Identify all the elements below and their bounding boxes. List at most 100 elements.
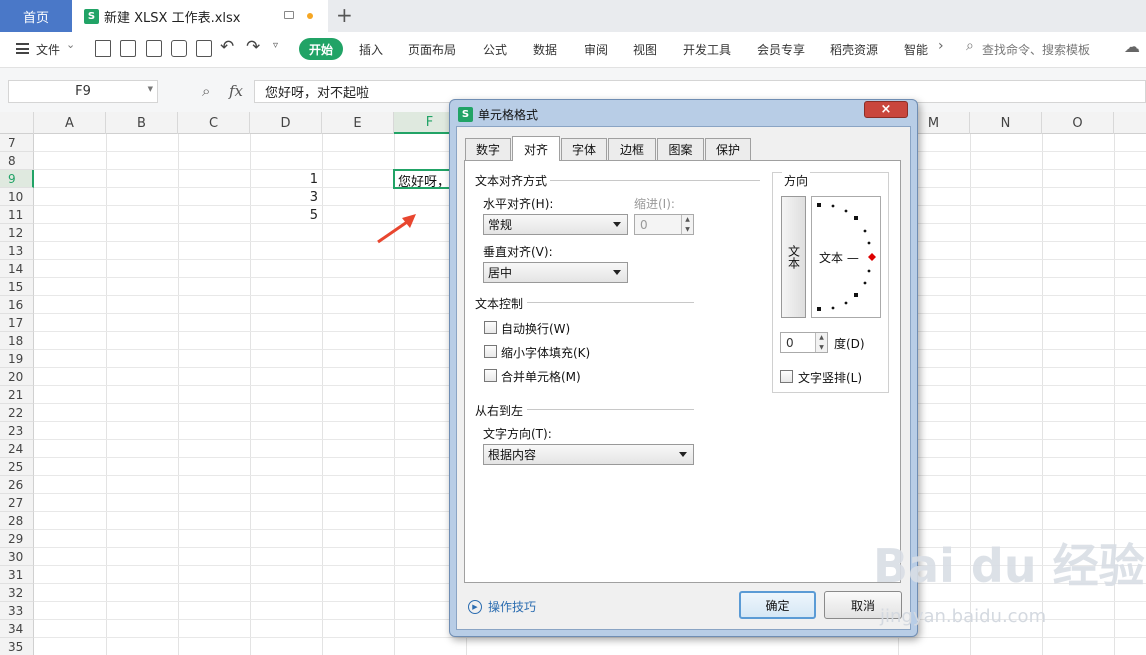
vertical-align-select[interactable]: 居中 <box>483 262 628 283</box>
row-header-19[interactable]: 19 <box>0 350 34 368</box>
chevron-down-icon[interactable]: ▼ <box>148 85 153 93</box>
row-header-33[interactable]: 33 <box>0 602 34 620</box>
more-icon[interactable]: ▿ <box>273 40 278 51</box>
row-header-11[interactable]: 11 <box>0 206 34 224</box>
add-tab-button[interactable]: + <box>336 3 353 27</box>
row-header-30[interactable]: 30 <box>0 548 34 566</box>
row-header-23[interactable]: 23 <box>0 422 34 440</box>
col-header-c[interactable]: C <box>178 112 250 134</box>
row-header-15[interactable]: 15 <box>0 278 34 296</box>
ribbon-tab-view[interactable]: 视图 <box>633 41 657 58</box>
shrink-to-fit-checkbox[interactable] <box>484 345 497 358</box>
row-header-27[interactable]: 27 <box>0 494 34 512</box>
col-header-n[interactable]: N <box>970 112 1042 134</box>
watermark-url: jingyan.baidu.com <box>880 606 1047 627</box>
print-icon[interactable] <box>171 40 187 57</box>
col-header-e[interactable]: E <box>322 112 394 134</box>
row-header-18[interactable]: 18 <box>0 332 34 350</box>
vertical-text-checkbox-label: 文字竖排(L) <box>798 371 863 385</box>
ribbon-tab-review[interactable]: 审阅 <box>584 41 608 58</box>
merge-cells-checkbox[interactable] <box>484 369 497 382</box>
row-header-22[interactable]: 22 <box>0 404 34 422</box>
tab-alignment[interactable]: 对齐 <box>512 136 560 161</box>
col-header-a[interactable]: A <box>34 112 106 134</box>
merge-cells-label: 合并单元格(M) <box>501 370 581 384</box>
row-header-10[interactable]: 10 <box>0 188 34 206</box>
horizontal-align-select[interactable]: 常规 <box>483 214 628 235</box>
ribbon-tab-start[interactable]: 开始 <box>299 38 343 60</box>
cell-d11[interactable]: 5 <box>248 208 318 223</box>
row-header-28[interactable]: 28 <box>0 512 34 530</box>
save-icon[interactable] <box>120 40 136 57</box>
row-header-13[interactable]: 13 <box>0 242 34 260</box>
print-preview-icon[interactable] <box>196 40 212 57</box>
tab-font[interactable]: 字体 <box>561 138 607 160</box>
orientation-dial[interactable]: 文本 — <box>811 196 881 318</box>
row-header-25[interactable]: 25 <box>0 458 34 476</box>
dialog-close-button[interactable]: × <box>864 101 908 118</box>
cell-d10[interactable]: 3 <box>248 190 318 205</box>
tab-number[interactable]: 数字 <box>465 138 511 160</box>
tab-document[interactable]: S 新建 XLSX 工作表.xlsx <box>72 0 328 32</box>
redo-icon[interactable]: ↷ <box>246 37 260 57</box>
vertical-text-checkbox[interactable] <box>780 370 793 383</box>
tab-border[interactable]: 边框 <box>608 138 656 160</box>
degree-spinner[interactable]: 0 ▲ ▼ <box>780 332 828 353</box>
row-header-16[interactable]: 16 <box>0 296 34 314</box>
row-header-24[interactable]: 24 <box>0 440 34 458</box>
row-header-7[interactable]: 7 <box>0 134 34 152</box>
ribbon-tab-data[interactable]: 数据 <box>533 41 557 58</box>
cell-f9-selected[interactable]: 您好呀， <box>393 169 453 189</box>
degree-label: 度(D) <box>834 337 865 351</box>
cell-d9[interactable]: 1 <box>248 172 318 187</box>
monitor-icon[interactable] <box>284 11 294 19</box>
ribbon-tab-formula[interactable]: 公式 <box>483 41 507 58</box>
row-header-35[interactable]: 35 <box>0 638 34 655</box>
chevron-down-icon[interactable]: ⌄ <box>66 38 75 51</box>
col-header-o[interactable]: O <box>1042 112 1114 134</box>
text-direction-select[interactable]: 根据内容 <box>483 444 694 465</box>
vertical-text-button[interactable]: 文本 <box>781 196 806 318</box>
export-icon[interactable] <box>146 40 162 57</box>
row-header-26[interactable]: 26 <box>0 476 34 494</box>
cloud-icon[interactable]: ☁ <box>1124 37 1140 56</box>
ok-button[interactable]: 确定 <box>739 591 816 619</box>
undo-icon[interactable]: ↶ <box>220 37 234 57</box>
shrink-to-fit-label: 缩小字体填充(K) <box>501 346 591 360</box>
row-header-34[interactable]: 34 <box>0 620 34 638</box>
file-menu[interactable]: 文件 <box>36 41 60 58</box>
tab-pattern[interactable]: 图案 <box>657 138 704 160</box>
row-header-14[interactable]: 14 <box>0 260 34 278</box>
row-header-20[interactable]: 20 <box>0 368 34 386</box>
ribbon-tab-insert[interactable]: 插入 <box>359 41 383 58</box>
col-header-b[interactable]: B <box>106 112 178 134</box>
tab-home[interactable]: 首页 <box>0 0 72 32</box>
row-header-21[interactable]: 21 <box>0 386 34 404</box>
chevron-right-icon[interactable]: › <box>938 38 944 54</box>
ribbon-tab-member[interactable]: 会员专享 <box>757 41 805 58</box>
row-header-31[interactable]: 31 <box>0 566 34 584</box>
ribbon-tab-smart[interactable]: 智能 <box>904 41 934 58</box>
select-all-corner[interactable] <box>0 112 34 134</box>
col-header-d[interactable]: D <box>250 112 322 134</box>
ribbon-tab-developer[interactable]: 开发工具 <box>683 41 731 58</box>
indent-spinner[interactable]: 0 ▲ ▼ <box>634 214 694 235</box>
row-header-17[interactable]: 17 <box>0 314 34 332</box>
fx-icon[interactable]: fx <box>229 82 243 100</box>
dialog-title-bar[interactable]: S 单元格格式 <box>458 104 908 124</box>
ribbon-tab-layout[interactable]: 页面布局 <box>408 41 456 58</box>
command-search[interactable]: 查找命令、搜索模板 <box>982 41 1090 58</box>
row-header-9[interactable]: 9 <box>0 170 34 188</box>
ribbon-tab-docer[interactable]: 稻壳资源 <box>830 41 878 58</box>
row-header-29[interactable]: 29 <box>0 530 34 548</box>
row-header-32[interactable]: 32 <box>0 584 34 602</box>
row-header-12[interactable]: 12 <box>0 224 34 242</box>
tab-protection[interactable]: 保护 <box>705 138 751 160</box>
name-box[interactable]: F9 ▼ <box>8 80 158 103</box>
wrap-text-checkbox[interactable] <box>484 321 497 334</box>
tips-link[interactable]: ▶ 操作技巧 <box>468 598 536 615</box>
row-header-8[interactable]: 8 <box>0 152 34 170</box>
zoom-formula-icon[interactable]: ⌕ <box>202 82 210 100</box>
menu-icon[interactable] <box>16 43 29 54</box>
new-file-icon[interactable] <box>95 40 111 57</box>
